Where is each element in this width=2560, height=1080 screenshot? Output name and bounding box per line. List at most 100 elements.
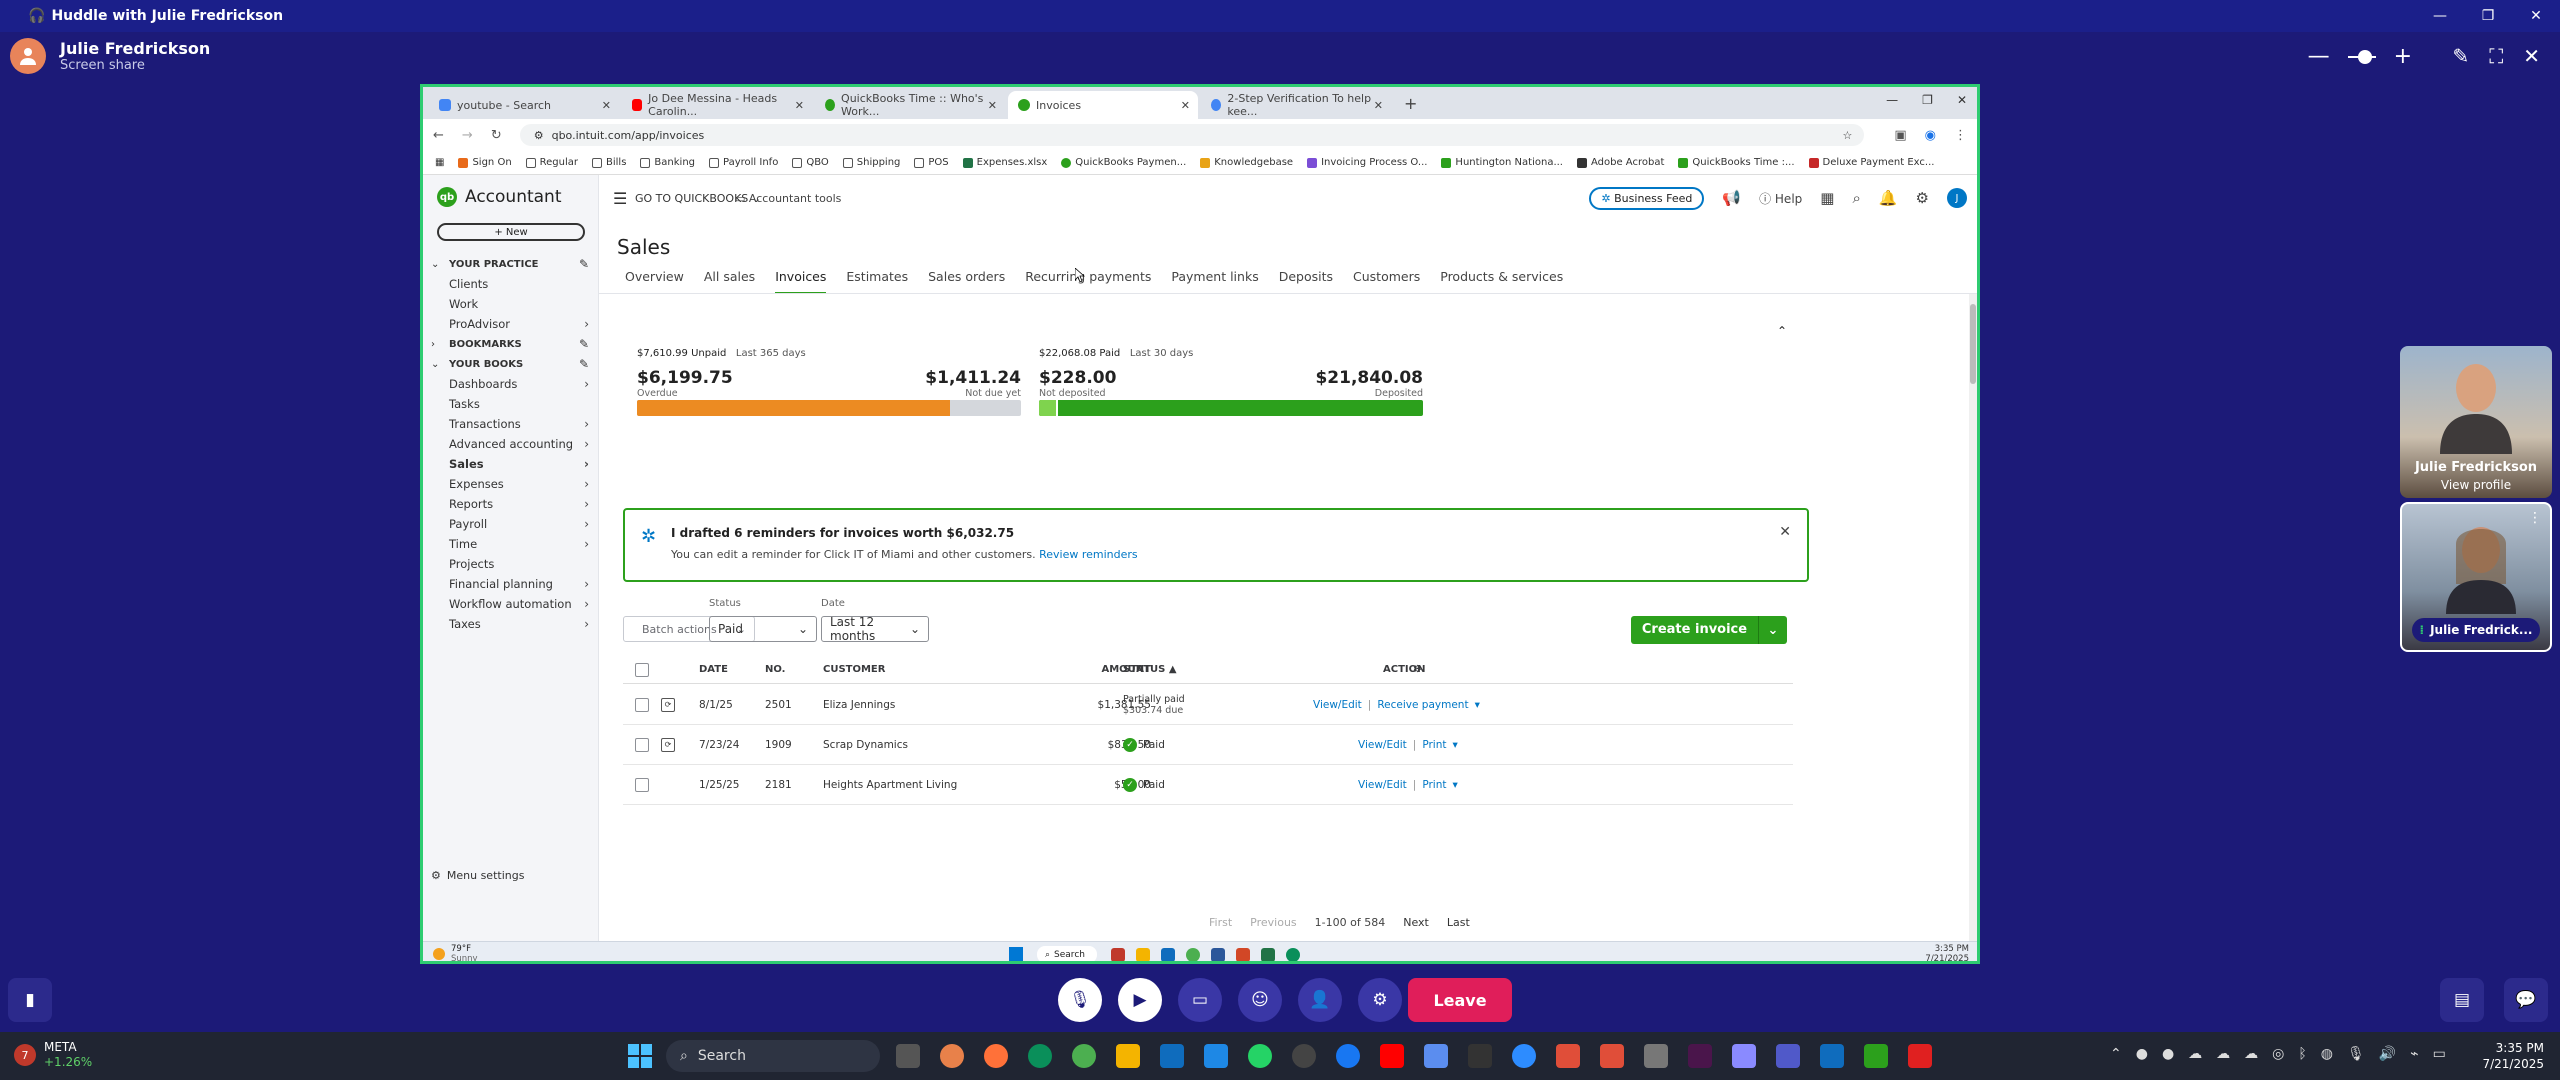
close-icon[interactable]: ✕ <box>1779 524 1791 540</box>
tray-app-icon[interactable]: ◍ <box>2321 1046 2333 1062</box>
zoom-slider[interactable] <box>2347 49 2376 64</box>
youtube-icon[interactable] <box>1380 1044 1404 1068</box>
section-your-books[interactable]: ⌄ YOUR BOOKS ✎ <box>423 354 599 374</box>
settings-button[interactable]: ⚙ <box>1358 978 1402 1022</box>
extensions-icon[interactable]: ▣ <box>1894 128 1906 143</box>
bell-icon[interactable]: 🔔 <box>1879 189 1898 207</box>
unpaid-progress-bar[interactable] <box>637 400 1021 416</box>
view-edit-link[interactable]: View/Edit <box>1358 779 1407 791</box>
tab-customers[interactable]: Customers <box>1353 269 1420 295</box>
more-options-icon[interactable]: ⋮ <box>2528 510 2542 526</box>
browser-tab[interactable]: Jo Dee Messina - Heads Carolin... ✕ <box>622 91 812 119</box>
scrollbar[interactable] <box>1969 294 1977 941</box>
sidebar-item-advanced-accounting[interactable]: Advanced accounting › <box>423 434 599 454</box>
bookmark-star-icon[interactable]: ☆ <box>1842 129 1852 142</box>
new-button[interactable]: + New <box>437 223 585 241</box>
tray-app-icon[interactable]: ● <box>2162 1046 2174 1062</box>
tray-app-icon[interactable]: ● <box>2136 1046 2148 1062</box>
bookmark-folder[interactable]: Regular <box>525 157 578 168</box>
zoom-out-icon[interactable]: — <box>2308 44 2330 69</box>
copilot-icon[interactable] <box>940 1044 964 1068</box>
app-icon[interactable] <box>1161 948 1175 961</box>
date-select[interactable]: Last 12 months ⌄ <box>821 615 929 643</box>
close-icon[interactable]: ✕ <box>1957 93 1967 107</box>
browser-tab[interactable]: youtube - Search ✕ <box>429 91 619 119</box>
view-profile-link[interactable]: View profile <box>2400 478 2552 492</box>
chevron-down-icon[interactable]: ▾ <box>1453 779 1458 791</box>
chat-button[interactable]: 💬 <box>2504 978 2548 1022</box>
cloud-icon[interactable]: ☁ <box>2216 1046 2230 1062</box>
review-reminders-link[interactable]: Review reminders <box>1039 548 1138 561</box>
camera-button[interactable]: ▶ <box>1118 978 1162 1022</box>
settings-icon[interactable] <box>1732 1044 1756 1068</box>
close-tab-icon[interactable]: ✕ <box>602 99 611 112</box>
powerpoint-icon[interactable] <box>1236 948 1250 961</box>
create-invoice-button[interactable]: Create invoice ⌄ <box>1631 616 1787 644</box>
receive-payment-link[interactable]: Receive payment <box>1377 699 1468 711</box>
app-icon[interactable] <box>1644 1044 1668 1068</box>
section-your-practice[interactable]: ⌄ YOUR PRACTICE ✎ <box>423 254 599 274</box>
col-status[interactable]: STATUS ▲ <box>1123 656 1177 683</box>
close-tab-icon[interactable]: ✕ <box>1181 99 1190 112</box>
bookmark[interactable]: QuickBooks Time :... <box>1678 157 1795 168</box>
apps-grid-icon[interactable]: ▦ <box>1820 189 1834 207</box>
col-customer[interactable]: CUSTOMER <box>823 656 885 683</box>
view-edit-link[interactable]: View/Edit <box>1358 739 1407 751</box>
tab-all-sales[interactable]: All sales <box>704 269 755 295</box>
sidebar-item-financial-planning[interactable]: Financial planning › <box>423 574 599 594</box>
sidebar-item-time[interactable]: Time › <box>423 534 599 554</box>
tab-invoices[interactable]: Invoices <box>775 269 827 295</box>
profile-avatar[interactable]: J <box>1947 188 1967 208</box>
cloud-icon[interactable]: ☁ <box>2188 1046 2202 1062</box>
chrome-icon[interactable] <box>1072 1044 1096 1068</box>
draw-off-icon[interactable]: ✎ <box>2452 44 2469 68</box>
tab-estimates[interactable]: Estimates <box>846 269 908 295</box>
bookmark[interactable]: Knowledgebase <box>1200 157 1293 168</box>
status-select[interactable]: Paid ⌄ <box>709 616 817 642</box>
battery-icon[interactable]: ▭ <box>2433 1046 2446 1062</box>
section-bookmarks[interactable]: › BOOKMARKS ✎ <box>423 334 599 354</box>
tab-overview[interactable]: Overview <box>625 269 684 295</box>
zoom-icon[interactable] <box>1512 1044 1536 1068</box>
network-icon[interactable]: ⌁ <box>2410 1046 2418 1062</box>
taskbar-search[interactable]: ⌕ Search <box>1037 946 1097 961</box>
folder-icon[interactable] <box>1136 948 1150 961</box>
invite-button[interactable]: 👤 <box>1298 978 1342 1022</box>
profile-icon[interactable]: ◉ <box>1925 128 1936 143</box>
chrome-icon[interactable] <box>1186 948 1200 961</box>
app-logo[interactable]: qb Accountant <box>437 187 562 207</box>
reload-icon[interactable]: ↻ <box>491 128 502 143</box>
edge-icon[interactable] <box>1028 1044 1052 1068</box>
windows-start-icon[interactable] <box>628 1044 652 1068</box>
share-screen-button[interactable]: ▭ <box>1178 978 1222 1022</box>
zoom-in-icon[interactable]: + <box>2394 44 2412 69</box>
sidebar-item-tasks[interactable]: Tasks <box>423 394 599 414</box>
excel-icon[interactable] <box>1261 948 1275 961</box>
back-icon[interactable]: ← <box>433 128 444 143</box>
print-link[interactable]: Print <box>1422 779 1446 791</box>
collapse-chevron-icon[interactable]: ⌃ <box>1777 324 1787 338</box>
participant-tile[interactable]: Julie Fredrickson View profile <box>2400 346 2552 498</box>
table-row[interactable]: ⟳ 8/1/25 2501 Eliza Jennings $1,381.55 P… <box>623 685 1793 725</box>
sidebar-item-expenses[interactable]: Expenses › <box>423 474 599 494</box>
tray-app-icon[interactable]: ◎ <box>2272 1046 2284 1062</box>
paid-progress-bar[interactable] <box>1039 400 1423 416</box>
minimize-icon[interactable]: — <box>1886 93 1898 107</box>
gear-icon[interactable]: ⚙ <box>1916 189 1929 207</box>
row-checkbox[interactable] <box>635 737 649 752</box>
mic-button[interactable]: 🎙 <box>1058 978 1102 1022</box>
bookmark-folder[interactable]: Bills <box>592 157 626 168</box>
bookmark[interactable]: Sign On <box>458 157 512 168</box>
new-tab-button[interactable]: + <box>1394 94 1427 113</box>
teams-icon[interactable] <box>1776 1044 1800 1068</box>
row-checkbox[interactable] <box>635 777 649 792</box>
table-settings-gear-icon[interactable]: ⚙ <box>1413 656 1422 683</box>
search-icon[interactable]: ⌕ <box>1852 189 1860 207</box>
bookmark[interactable]: Adobe Acrobat <box>1577 157 1664 168</box>
sidebar-item-dashboards[interactable]: Dashboards › <box>423 374 599 394</box>
thread-button[interactable]: ▤ <box>2440 978 2484 1022</box>
close-tab-icon[interactable]: ✕ <box>1374 99 1383 112</box>
view-edit-link[interactable]: View/Edit <box>1313 699 1362 711</box>
sidebar-item-proadvisor[interactable]: ProAdvisor › <box>423 314 599 334</box>
bookmark-folder[interactable]: Payroll Info <box>709 157 778 168</box>
